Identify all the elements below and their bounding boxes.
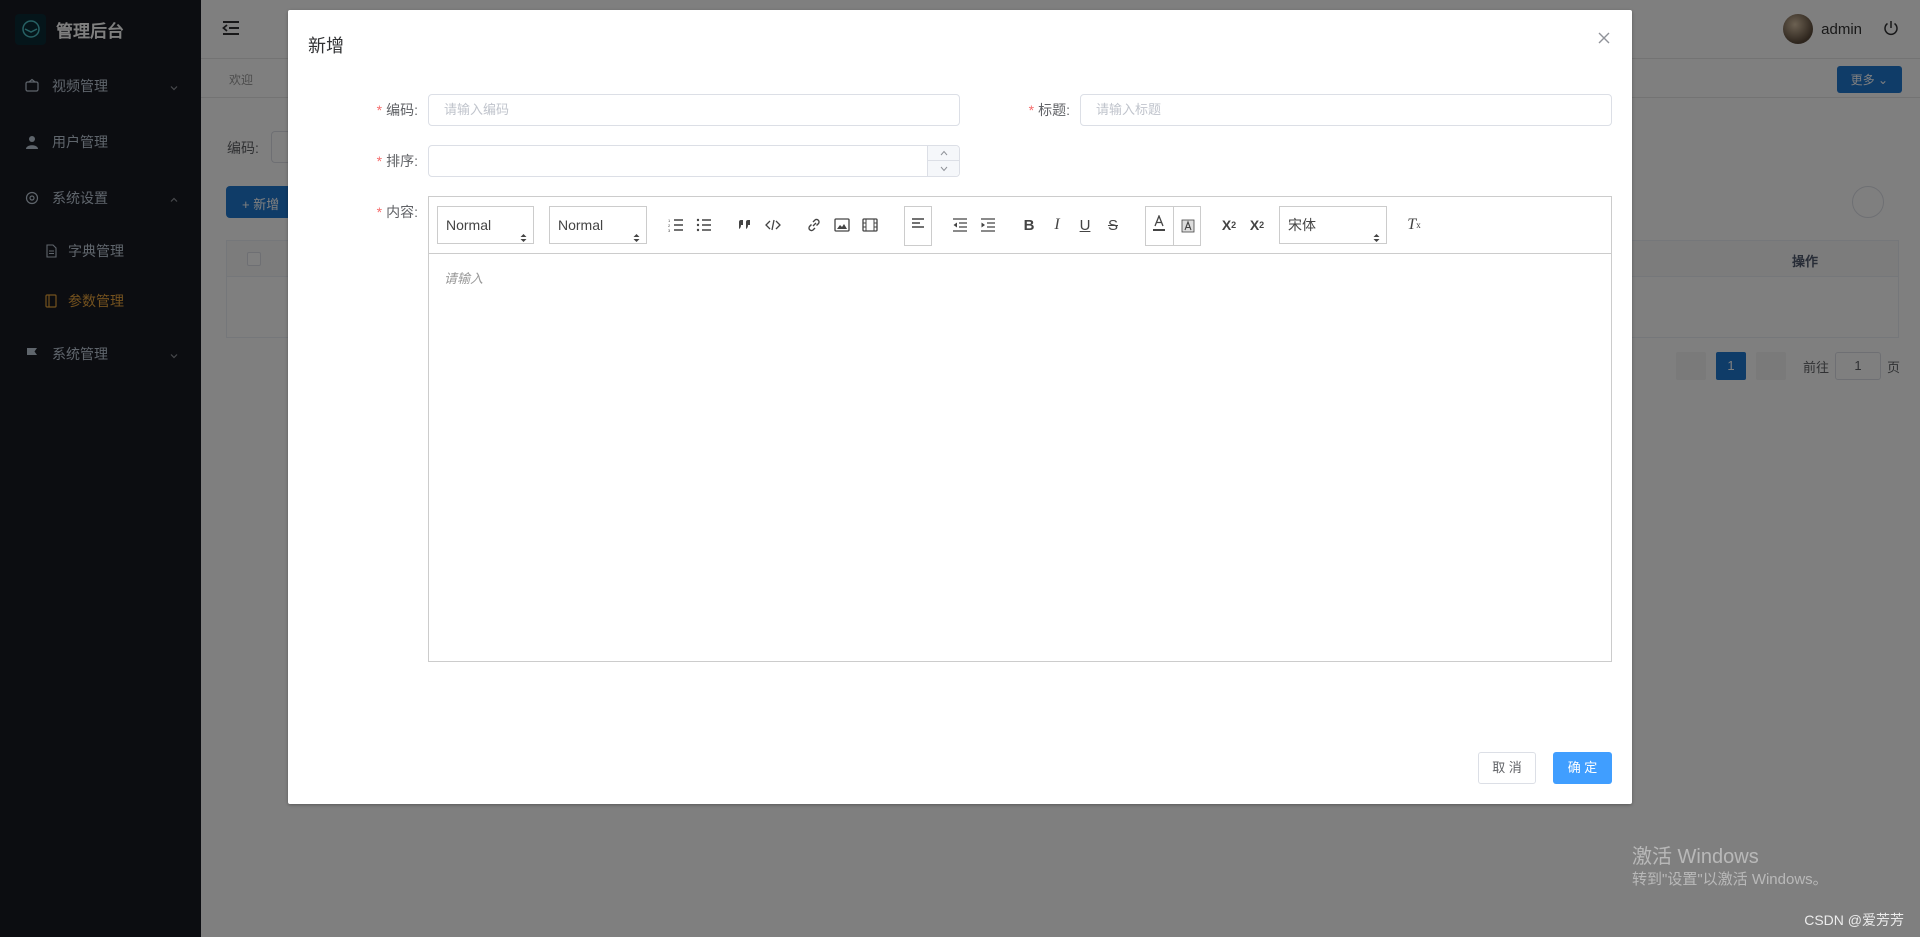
editor-toolbar: Normal Normal 123 B I U S X 2 X 2 宋体 T x: [429, 197, 1611, 254]
align-box[interactable]: [904, 206, 932, 246]
required-mark: *: [1028, 102, 1035, 118]
italic-icon[interactable]: I: [1047, 215, 1067, 235]
blockquote-icon[interactable]: [735, 215, 755, 235]
code-input[interactable]: 请输入编码: [428, 94, 960, 126]
title-label: * 标题:: [980, 100, 1070, 120]
title-label-text: 标题:: [1038, 102, 1070, 118]
ordered-list-icon[interactable]: 123: [666, 215, 686, 235]
font-select-value: 宋体: [1288, 217, 1316, 233]
image-icon[interactable]: [832, 215, 852, 235]
size-select[interactable]: Normal: [549, 206, 647, 244]
required-mark: *: [376, 102, 383, 118]
strikethrough-icon[interactable]: S: [1103, 215, 1123, 235]
underline-icon[interactable]: U: [1075, 215, 1095, 235]
code-label-text: 编码:: [386, 102, 418, 118]
color-box: [1145, 206, 1201, 246]
updown-caret-icon: [633, 220, 640, 256]
header-select-value: Normal: [446, 217, 492, 233]
cancel-button[interactable]: 取 消: [1478, 752, 1536, 784]
add-dialog: 新增 * 编码: 请输入编码 * 标题: 请输入标题 * 排序: * 内容: Norma…: [288, 10, 1632, 804]
required-mark: *: [376, 153, 383, 169]
sort-label: * 排序:: [328, 151, 418, 171]
svg-text:3: 3: [668, 228, 671, 232]
increment-button[interactable]: [927, 146, 959, 161]
text-color-icon[interactable]: [1152, 214, 1168, 236]
sort-input[interactable]: [428, 145, 960, 177]
clear-format-icon[interactable]: Tx: [1404, 215, 1424, 235]
bold-icon[interactable]: B: [1019, 215, 1039, 235]
content-label: * 内容:: [328, 202, 418, 222]
activation-watermark-subtitle: 转到"设置"以激活 Windows。: [1632, 871, 1828, 888]
code-label: * 编码:: [328, 100, 418, 120]
confirm-button[interactable]: 确 定: [1553, 752, 1612, 784]
bullet-list-icon[interactable]: [694, 215, 714, 235]
close-icon[interactable]: [1596, 30, 1612, 46]
video-embed-icon[interactable]: [860, 215, 880, 235]
outdent-icon[interactable]: [950, 215, 970, 235]
size-select-value: Normal: [558, 217, 604, 233]
updown-caret-icon: [520, 220, 527, 256]
header-select[interactable]: Normal: [437, 206, 534, 244]
rich-text-editor: Normal Normal 123 B I U S X 2 X 2 宋体 T x…: [428, 196, 1612, 662]
background-color-icon[interactable]: [1173, 207, 1201, 245]
sort-label-text: 排序:: [386, 153, 418, 169]
csdn-credit: CSDN @爱芳芳: [1804, 912, 1904, 928]
required-mark: *: [376, 204, 383, 220]
content-label-text: 内容:: [386, 204, 418, 220]
indent-icon[interactable]: [978, 215, 998, 235]
align-left-icon: [911, 217, 925, 234]
activation-watermark-title: 激活 Windows: [1632, 846, 1759, 868]
editor-content-area[interactable]: 请输入: [429, 254, 1611, 301]
decrement-button[interactable]: [927, 161, 959, 176]
code-block-icon[interactable]: [763, 215, 783, 235]
superscript-icon[interactable]: X2: [1247, 215, 1267, 235]
link-icon[interactable]: [804, 215, 824, 235]
subscript-icon[interactable]: X2: [1219, 215, 1239, 235]
updown-caret-icon: [1373, 220, 1380, 256]
title-input[interactable]: 请输入标题: [1080, 94, 1612, 126]
dialog-title: 新增: [308, 36, 344, 56]
font-select[interactable]: 宋体: [1279, 206, 1387, 244]
